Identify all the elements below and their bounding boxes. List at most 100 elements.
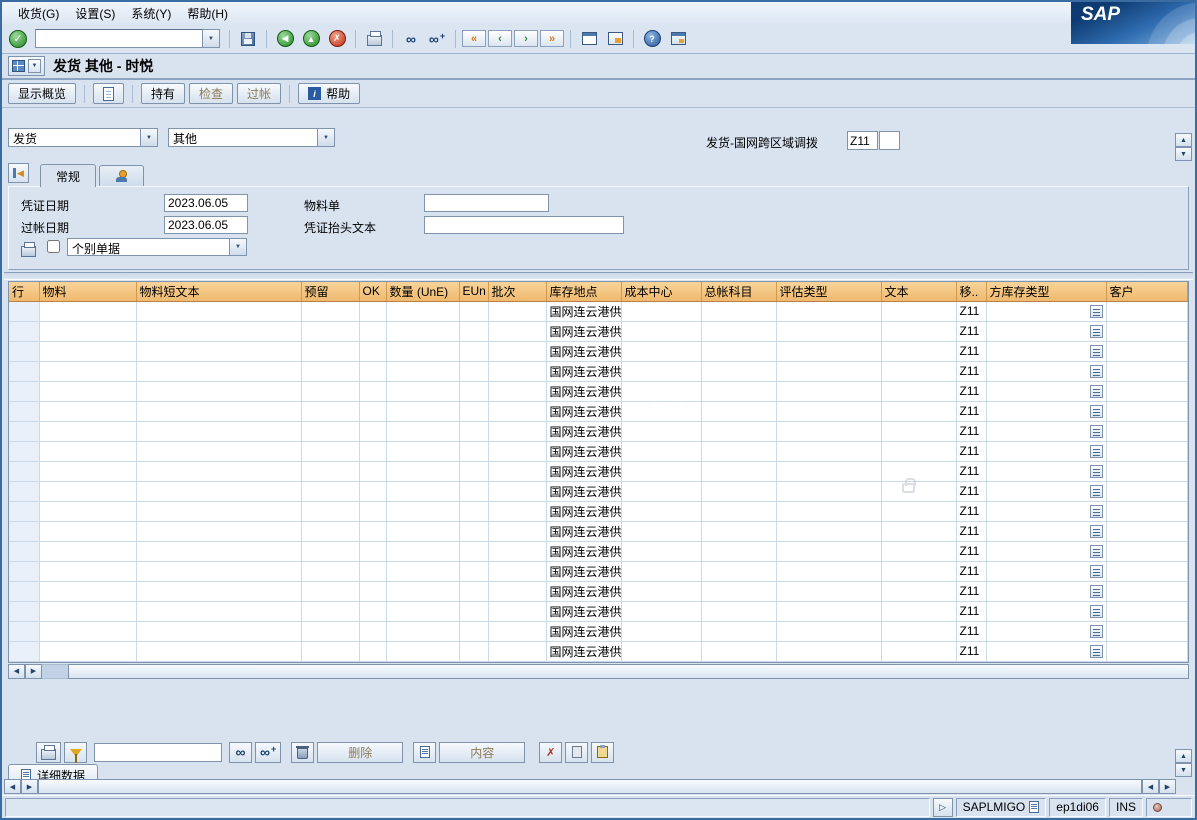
cell-material[interactable]	[39, 441, 136, 461]
enter-button[interactable]: ✓	[6, 27, 30, 51]
cell-ok[interactable]	[359, 541, 386, 561]
cell-batch[interactable]	[488, 561, 546, 581]
cell-quantity[interactable]	[386, 581, 459, 601]
status-expand-button[interactable]: ▷	[933, 798, 953, 817]
cell-quantity[interactable]	[386, 461, 459, 481]
cell-ok[interactable]	[359, 481, 386, 501]
cell-material[interactable]	[39, 601, 136, 621]
cell-gl-account[interactable]	[701, 601, 776, 621]
col-customer[interactable]: 客户	[1106, 282, 1188, 301]
table-row[interactable]: 国网连云港供电 Z11	[9, 521, 1188, 541]
cell-text[interactable]	[881, 421, 956, 441]
reference-combo-button[interactable]: ▼	[318, 128, 335, 147]
help-button[interactable]: ?	[640, 27, 664, 51]
delete-row-button[interactable]: 删除	[317, 742, 403, 763]
cell-gl-account[interactable]	[701, 541, 776, 561]
scroll-left-button[interactable]: ◀	[8, 664, 25, 679]
command-history-button[interactable]: ▼	[203, 29, 220, 48]
cell-reservation[interactable]	[301, 601, 359, 621]
cancel-button[interactable]: ✗	[325, 27, 349, 51]
contents-button[interactable]: 内容	[439, 742, 525, 763]
cell-ok[interactable]	[359, 321, 386, 341]
menu-goods-receipt[interactable]: 收货(G)	[10, 3, 67, 24]
cell-storage-location[interactable]: 国网连云港供电	[546, 421, 621, 441]
cell-eun[interactable]	[459, 341, 488, 361]
cell-movement-type[interactable]: Z11	[956, 381, 986, 401]
cell-batch[interactable]	[488, 581, 546, 601]
cell-stock-type[interactable]	[986, 321, 1106, 341]
cell-stock-type[interactable]	[986, 541, 1106, 561]
cell-line[interactable]	[9, 561, 39, 581]
print-button[interactable]	[362, 27, 386, 51]
cell-cost-center[interactable]	[621, 301, 701, 321]
cell-material[interactable]	[39, 341, 136, 361]
col-valuation-type[interactable]: 评估类型	[776, 282, 881, 301]
cell-valuation-type[interactable]	[776, 401, 881, 421]
cell-batch[interactable]	[488, 341, 546, 361]
cell-valuation-type[interactable]	[776, 301, 881, 321]
cell-customer[interactable]	[1106, 401, 1188, 421]
cell-gl-account[interactable]	[701, 461, 776, 481]
cell-movement-type[interactable]: Z11	[956, 501, 986, 521]
cell-cost-center[interactable]	[621, 481, 701, 501]
cell-line[interactable]	[9, 321, 39, 341]
table-row[interactable]: 国网连云港供电 Z11	[9, 421, 1188, 441]
cell-customer[interactable]	[1106, 601, 1188, 621]
cell-storage-location[interactable]: 国网连云港供电	[546, 581, 621, 601]
stock-type-dropdown-icon[interactable]	[1090, 325, 1103, 338]
cell-customer[interactable]	[1106, 501, 1188, 521]
cell-text[interactable]	[881, 501, 956, 521]
cell-storage-location[interactable]: 国网连云港供电	[546, 641, 621, 661]
scroll-left-button[interactable]: ◀	[1142, 779, 1159, 794]
cell-stock-type[interactable]	[986, 341, 1106, 361]
cell-customer[interactable]	[1106, 301, 1188, 321]
cell-movement-type[interactable]: Z11	[956, 641, 986, 661]
print-mode-value[interactable]: 个别单据	[67, 238, 230, 256]
cell-valuation-type[interactable]	[776, 581, 881, 601]
cell-cost-center[interactable]	[621, 381, 701, 401]
cell-valuation-type[interactable]	[776, 481, 881, 501]
cell-reservation[interactable]	[301, 301, 359, 321]
cell-valuation-type[interactable]	[776, 641, 881, 661]
item-search-input[interactable]	[94, 743, 222, 762]
cell-ok[interactable]	[359, 401, 386, 421]
cell-material[interactable]	[39, 521, 136, 541]
cell-ok[interactable]	[359, 421, 386, 441]
check-button[interactable]: 检查	[189, 83, 233, 104]
cell-ok[interactable]	[359, 581, 386, 601]
cell-stock-type[interactable]	[986, 621, 1106, 641]
cell-eun[interactable]	[459, 501, 488, 521]
cell-movement-type[interactable]: Z11	[956, 421, 986, 441]
cell-text[interactable]	[881, 521, 956, 541]
cell-valuation-type[interactable]	[776, 461, 881, 481]
stock-type-dropdown-icon[interactable]	[1090, 645, 1103, 658]
cell-stock-type[interactable]	[986, 401, 1106, 421]
cell-movement-type[interactable]: Z11	[956, 361, 986, 381]
cell-stock-type[interactable]	[986, 441, 1106, 461]
item-paste-button[interactable]	[591, 742, 614, 763]
cell-ok[interactable]	[359, 361, 386, 381]
cell-material[interactable]	[39, 321, 136, 341]
col-text[interactable]: 文本	[881, 282, 956, 301]
material-slip-field[interactable]	[424, 194, 549, 212]
cell-text[interactable]	[881, 441, 956, 461]
cell-quantity[interactable]	[386, 421, 459, 441]
cell-movement-type[interactable]: Z11	[956, 621, 986, 641]
cell-reservation[interactable]	[301, 641, 359, 661]
stock-type-dropdown-icon[interactable]	[1090, 305, 1103, 318]
table-row[interactable]: 国网连云港供电 Z11	[9, 441, 1188, 461]
cell-gl-account[interactable]	[701, 441, 776, 461]
cell-reservation[interactable]	[301, 401, 359, 421]
item-delete-icon-button[interactable]	[291, 742, 314, 763]
table-row[interactable]: 国网连云港供电 Z11	[9, 361, 1188, 381]
cell-stock-type[interactable]	[986, 481, 1106, 501]
cell-material-text[interactable]	[136, 341, 301, 361]
cell-storage-location[interactable]: 国网连云港供电	[546, 401, 621, 421]
cell-ok[interactable]	[359, 341, 386, 361]
cell-ok[interactable]	[359, 381, 386, 401]
cell-material[interactable]	[39, 381, 136, 401]
col-line[interactable]: 行	[9, 282, 39, 301]
cell-storage-location[interactable]: 国网连云港供电	[546, 621, 621, 641]
stock-type-dropdown-icon[interactable]	[1090, 605, 1103, 618]
cell-ok[interactable]	[359, 621, 386, 641]
